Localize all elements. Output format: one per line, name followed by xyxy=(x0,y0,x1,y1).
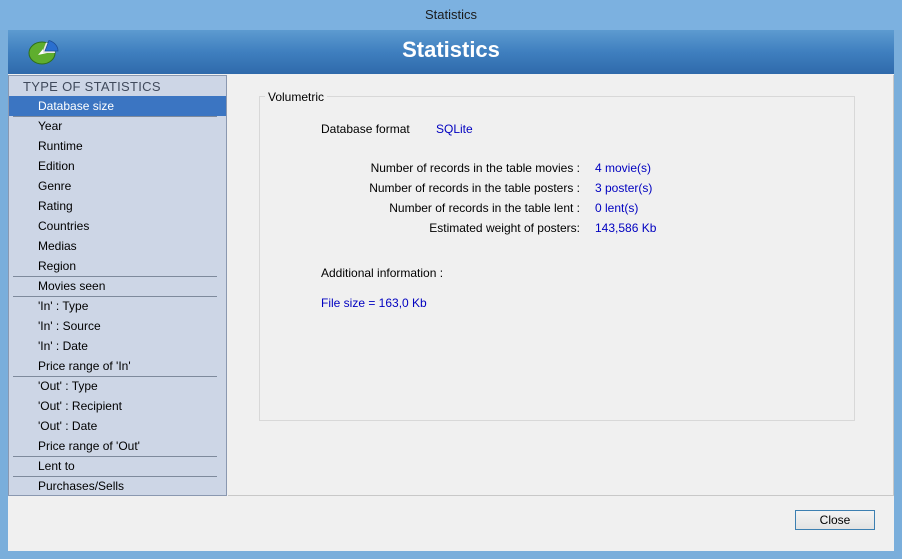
sidebar-item-in-source[interactable]: 'In' : Source xyxy=(9,316,226,336)
statistics-content: Volumetric Database format SQLite Number… xyxy=(228,75,894,496)
sidebar-item-out-date[interactable]: 'Out' : Date xyxy=(9,416,226,436)
sidebar-item-purchases-sells[interactable]: Purchases/Sells xyxy=(9,476,226,496)
records-movies-value: 4 movie(s) xyxy=(595,161,652,175)
sidebar-item-lent-to[interactable]: Lent to xyxy=(9,456,226,476)
sidebar-item-rating[interactable]: Rating xyxy=(9,196,226,216)
banner-title: Statistics xyxy=(402,37,500,62)
sidebar-item-out-price-range[interactable]: Price range of 'Out' xyxy=(9,436,226,456)
records-lent-value: 0 lent(s) xyxy=(595,201,639,215)
records-posters-value: 3 poster(s) xyxy=(595,181,653,195)
sidebar-header: TYPE OF STATISTICS xyxy=(23,79,161,94)
sidebar-item-region[interactable]: Region xyxy=(9,256,226,276)
sidebar-item-out-recipient[interactable]: 'Out' : Recipient xyxy=(9,396,226,416)
statistics-type-sidebar: TYPE OF STATISTICS Database size Year Ru… xyxy=(8,75,227,496)
db-format-label: Database format xyxy=(321,122,410,136)
dialog-button-bar: Close xyxy=(8,496,894,551)
close-button[interactable]: Close xyxy=(795,510,875,530)
banner: Statistics xyxy=(8,30,894,74)
sidebar-item-edition[interactable]: Edition xyxy=(9,156,226,176)
sidebar-item-movies-seen[interactable]: Movies seen xyxy=(9,276,226,296)
sidebar-item-runtime[interactable]: Runtime xyxy=(9,136,226,156)
sidebar-item-out-type[interactable]: 'Out' : Type xyxy=(9,376,226,396)
file-size-value: File size = 163,0 Kb xyxy=(321,296,427,310)
sidebar-item-countries[interactable]: Countries xyxy=(9,216,226,236)
sidebar-item-in-date[interactable]: 'In' : Date xyxy=(9,336,226,356)
sidebar-item-medias[interactable]: Medias xyxy=(9,236,226,256)
additional-info-label: Additional information : xyxy=(321,266,444,280)
sidebar-item-year[interactable]: Year xyxy=(9,116,226,136)
volumetric-groupbox xyxy=(259,96,855,421)
records-posters-label: Number of records in the table posters : xyxy=(369,181,580,195)
sidebar-item-in-type[interactable]: 'In' : Type xyxy=(9,296,226,316)
window-body: Statistics TYPE OF STATISTICS Database s… xyxy=(8,30,894,551)
sidebar-item-in-price-range[interactable]: Price range of 'In' xyxy=(9,356,226,376)
sidebar-item-genre[interactable]: Genre xyxy=(9,176,226,196)
sidebar-item-database-size[interactable]: Database size xyxy=(9,96,226,116)
db-format-value: SQLite xyxy=(436,122,473,136)
window-title: Statistics xyxy=(424,7,477,22)
records-movies-label: Number of records in the table movies : xyxy=(370,161,580,175)
volumetric-group-label: Volumetric xyxy=(265,90,328,104)
posters-weight-value: 143,586 Kb xyxy=(595,221,657,235)
window-titlebar: Statistics xyxy=(0,0,902,30)
posters-weight-label: Estimated weight of posters: xyxy=(429,221,580,235)
records-lent-label: Number of records in the table lent : xyxy=(389,201,580,215)
